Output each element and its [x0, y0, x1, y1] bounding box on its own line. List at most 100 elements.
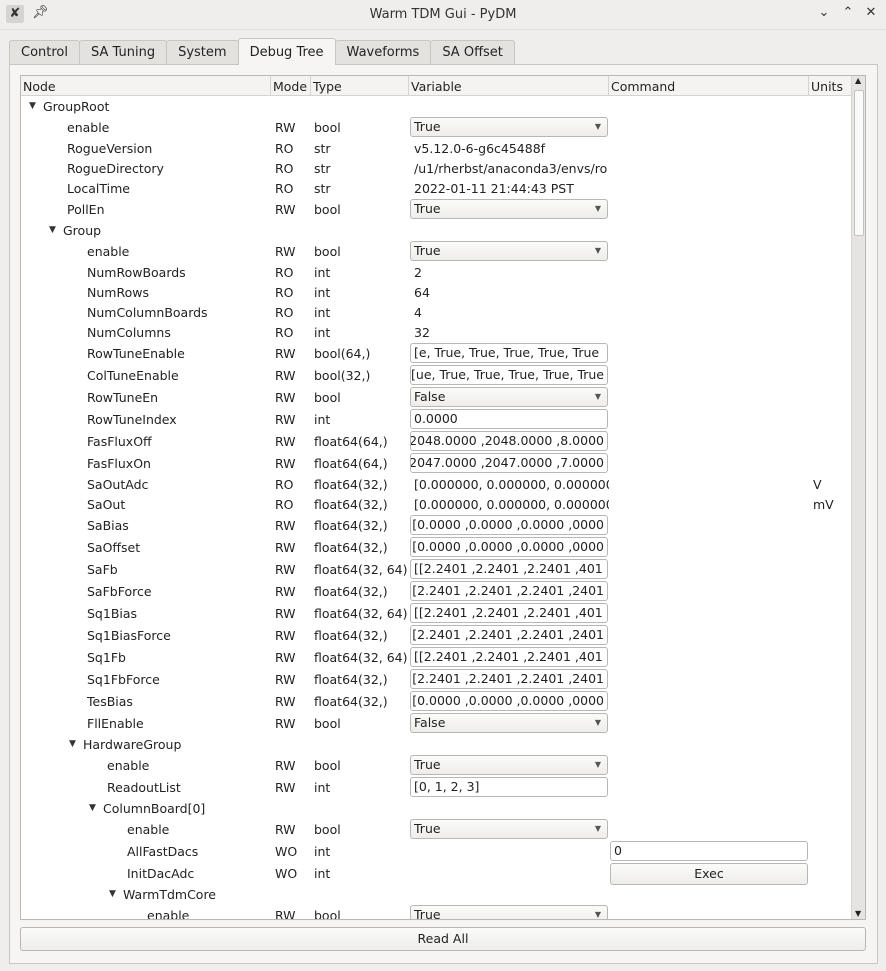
- expand-arrow-icon[interactable]: ▼: [109, 889, 123, 899]
- tree-row[interactable]: PollEn RW bool True ▼: [21, 198, 851, 220]
- variable-input[interactable]: 2401, 2.2401, 2.2401, 2.2401]: [410, 581, 608, 601]
- tree-row[interactable]: SaFb RW float64(32, 64) 401, 2.2401, 2.2401…: [21, 558, 851, 580]
- expand-arrow-icon[interactable]: ▼: [29, 101, 43, 111]
- variable-input[interactable]: [0, 1, 2, 3]: [410, 777, 608, 797]
- header-variable[interactable]: Variable: [409, 76, 609, 96]
- tree-row[interactable]: NumColumns RO int 32: [21, 322, 851, 342]
- tree-row[interactable]: NumColumnBoards RO int 4: [21, 302, 851, 322]
- mode-cell: RW: [275, 367, 296, 383]
- header-node[interactable]: Node: [21, 76, 271, 96]
- chevron-down-icon[interactable]: ▼: [595, 756, 601, 774]
- expand-arrow-icon[interactable]: ▼: [69, 739, 83, 749]
- header-units[interactable]: Units: [809, 76, 851, 96]
- variable-input[interactable]: 8.0000, 2048.0000, 2048.0000]: [410, 431, 608, 451]
- tree-row[interactable]: enable RW bool True ▼: [21, 754, 851, 776]
- variable-combobox[interactable]: True ▼: [410, 241, 608, 261]
- tree-row[interactable]: Sq1Fb RW float64(32, 64) 401, 2.2401, 2.240…: [21, 646, 851, 668]
- tree-row[interactable]: TesBias RW float64(32,) 0000, 0.0000, 0.000…: [21, 690, 851, 712]
- variable-combobox[interactable]: True ▼: [410, 755, 608, 775]
- tree-row[interactable]: enable RW bool True ▼: [21, 818, 851, 840]
- variable-input[interactable]: 2401, 2.2401, 2.2401, 2.2401]: [410, 669, 608, 689]
- variable-input[interactable]: 2401, 2.2401, 2.2401, 2.2401]: [410, 625, 608, 645]
- tree-row[interactable]: NumRows RO int 64: [21, 282, 851, 302]
- chevron-down-icon[interactable]: ▼: [595, 820, 601, 838]
- tree-row[interactable]: InitDacAdc WO int Exec: [21, 862, 851, 885]
- header-type[interactable]: Type: [311, 76, 409, 96]
- mode-cell: RW: [275, 583, 296, 599]
- chevron-down-icon[interactable]: ▼: [595, 906, 601, 919]
- tree-row[interactable]: RogueVersion RO str v5.12.0-6-g6c45488f: [21, 138, 851, 158]
- variable-combobox[interactable]: False ▼: [410, 713, 608, 733]
- chevron-down-icon[interactable]: ▼: [595, 118, 601, 136]
- tree-row[interactable]: RogueDirectory RO str/u1/rherbst/anaconda3…: [21, 158, 851, 178]
- tab-system[interactable]: System: [166, 40, 239, 65]
- tree-row[interactable]: ReadoutList RW int [0, 1, 2, 3]: [21, 776, 851, 798]
- tree-group-row[interactable]: ▼ Group: [21, 220, 851, 240]
- exec-button[interactable]: Exec: [610, 863, 808, 885]
- maximize-icon[interactable]: ⌃: [839, 5, 857, 20]
- tree-row[interactable]: FllEnable RW bool False ▼: [21, 712, 851, 734]
- header-mode[interactable]: Mode: [271, 76, 311, 96]
- tab-debug-tree[interactable]: Debug Tree: [237, 38, 336, 65]
- tree-row[interactable]: enable RW bool True ▼: [21, 904, 851, 919]
- tree-row[interactable]: SaFbForce RW float64(32,) 2401, 2.2401, 2.2…: [21, 580, 851, 602]
- tab-sa-tuning[interactable]: SA Tuning: [79, 40, 168, 65]
- variable-input[interactable]: 401, 2.2401, 2.2401, 2.2401]]: [410, 559, 608, 579]
- tree-row[interactable]: LocalTime RO str 2022-01-11 21:44:43 PST: [21, 178, 851, 198]
- tree-row[interactable]: enable RW bool True ▼: [21, 116, 851, 138]
- tab-control[interactable]: Control: [9, 40, 80, 65]
- variable-input[interactable]: 0000, 0.0000, 0.0000, 0.0000]: [410, 691, 608, 711]
- variable-input[interactable]: 401, 2.2401, 2.2401, 2.2401]]: [410, 647, 608, 667]
- tree-row[interactable]: AllFastDacs WO int 0: [21, 840, 851, 862]
- scrollbar-thumb[interactable]: [854, 90, 864, 236]
- tree-row[interactable]: RowTuneIndex RW int 0.0000: [21, 408, 851, 430]
- variable-combobox[interactable]: True ▼: [410, 199, 608, 219]
- tree-row[interactable]: RowTuneEnable RW bool(64,) e, True, True, T…: [21, 342, 851, 364]
- tree-row[interactable]: SaOut RO float64(32,) [0.000000, 0.000000, …: [21, 494, 851, 514]
- variable-input[interactable]: 401, 2.2401, 2.2401, 2.2401]]: [410, 603, 608, 623]
- tree-row[interactable]: SaOutAdc RO float64(32,) [0.000000, 0.00000…: [21, 474, 851, 494]
- tab-waveforms[interactable]: Waveforms: [334, 40, 432, 65]
- tree-row[interactable]: SaBias RW float64(32,) 0000, 0.0000, 0.0000…: [21, 514, 851, 536]
- tab-sa-offset[interactable]: SA Offset: [430, 40, 515, 65]
- close-icon[interactable]: ✕: [862, 5, 880, 20]
- tree-row[interactable]: Sq1BiasForce RW float64(32,) 2401, 2.2401, …: [21, 624, 851, 646]
- variable-input[interactable]: 7.0000, 2047.0000, 2047.0000]: [410, 453, 608, 473]
- variable-combobox[interactable]: True ▼: [410, 905, 608, 919]
- variable-input[interactable]: 0000, 0.0000, 0.0000, 0.0000]: [410, 515, 608, 535]
- tree-row[interactable]: Sq1Bias RW float64(32, 64) 401, 2.2401, 2.2…: [21, 602, 851, 624]
- header-command[interactable]: Command: [609, 76, 809, 96]
- tree-row[interactable]: RowTuneEn RW bool False ▼: [21, 386, 851, 408]
- vertical-scrollbar[interactable]: ▲ ▼: [851, 76, 865, 919]
- variable-combobox[interactable]: False ▼: [410, 387, 608, 407]
- chevron-down-icon[interactable]: ▼: [595, 242, 601, 260]
- tree-row[interactable]: FasFluxOn RW float64(64,) 7.0000, 2047.0000…: [21, 452, 851, 474]
- tree-group-row[interactable]: ▼ HardwareGroup: [21, 734, 851, 754]
- tree-group-row[interactable]: ▼ GroupRoot: [21, 96, 851, 116]
- chevron-down-icon[interactable]: ▼: [595, 388, 601, 406]
- tree-group-row[interactable]: ▼ WarmTdmCore: [21, 884, 851, 904]
- tree-row[interactable]: Sq1FbForce RW float64(32,) 2401, 2.2401, 2.…: [21, 668, 851, 690]
- scroll-up-icon[interactable]: ▲: [855, 76, 861, 85]
- minimize-icon[interactable]: ⌄: [815, 5, 833, 20]
- variable-input[interactable]: ue, True, True, True, True, True]: [410, 365, 608, 385]
- variable-cell: True ▼: [409, 116, 609, 138]
- variable-input[interactable]: 0000, 0.0000, 0.0000, 0.0000]: [410, 537, 608, 557]
- tree-row[interactable]: ColTuneEnable RW bool(32,) ue, True, True, …: [21, 364, 851, 386]
- variable-input[interactable]: 0.0000: [410, 409, 608, 429]
- tree-row[interactable]: NumRowBoards RO int 2: [21, 262, 851, 282]
- read-all-button[interactable]: Read All: [20, 927, 866, 951]
- tree-row[interactable]: enable RW bool True ▼: [21, 240, 851, 262]
- variable-input[interactable]: e, True, True, True, True, True]: [410, 343, 608, 363]
- tree-row[interactable]: SaOffset RW float64(32,) 0000, 0.0000, 0.00…: [21, 536, 851, 558]
- expand-arrow-icon[interactable]: ▼: [49, 225, 63, 235]
- chevron-down-icon[interactable]: ▼: [595, 200, 601, 218]
- variable-combobox[interactable]: True ▼: [410, 819, 608, 839]
- tree-row[interactable]: FasFluxOff RW float64(64,) 8.0000, 2048.000…: [21, 430, 851, 452]
- command-input[interactable]: 0: [610, 841, 808, 861]
- expand-arrow-icon[interactable]: ▼: [89, 803, 103, 813]
- tree-group-row[interactable]: ▼ ColumnBoard[0]: [21, 798, 851, 818]
- variable-combobox[interactable]: True ▼: [410, 117, 608, 137]
- scroll-down-icon[interactable]: ▼: [855, 909, 861, 918]
- chevron-down-icon[interactable]: ▼: [595, 714, 601, 732]
